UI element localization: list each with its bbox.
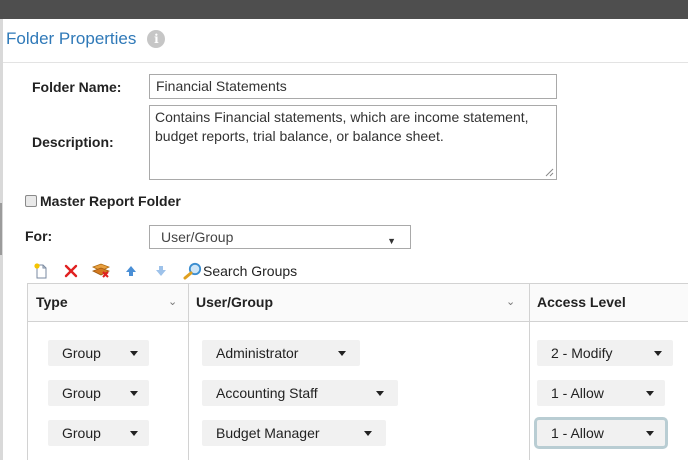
- window-top-bar: [0, 0, 688, 19]
- type-value: Group: [62, 385, 101, 401]
- search-icon: [183, 262, 202, 280]
- dialog-title: Folder Properties i: [6, 29, 166, 49]
- left-edge-mark: [0, 203, 2, 255]
- type-value: Group: [62, 425, 101, 441]
- type-dropdown[interactable]: Group: [48, 420, 149, 446]
- master-report-label: Master Report Folder: [40, 193, 181, 209]
- column-header-type-label: Type: [36, 294, 68, 310]
- search-groups-label: Search Groups: [203, 263, 298, 279]
- column-header-access-level-label: Access Level: [537, 294, 626, 310]
- caret-down-icon: [338, 351, 346, 356]
- folder-name-input[interactable]: Financial Statements: [149, 74, 557, 99]
- user-group-dropdown[interactable]: Accounting Staff: [202, 380, 398, 406]
- for-select-value: User/Group: [161, 229, 234, 245]
- caret-down-icon: [376, 391, 384, 396]
- chevron-down-icon[interactable]: ⌄: [506, 284, 515, 321]
- column-header-access-level[interactable]: Access Level: [529, 284, 688, 322]
- type-dropdown[interactable]: Group: [48, 340, 149, 366]
- access-level-value: 2 - Modify: [551, 345, 613, 361]
- description-label: Description:: [32, 134, 114, 150]
- chevron-down-icon: ▼: [387, 236, 396, 246]
- description-textarea[interactable]: Contains Financial statements, which are…: [149, 105, 557, 180]
- caret-down-icon: [364, 431, 372, 436]
- column-divider: [188, 284, 189, 460]
- user-group-dropdown[interactable]: Budget Manager: [202, 420, 386, 446]
- move-up-icon[interactable]: [121, 261, 141, 281]
- user-group-dropdown[interactable]: Administrator: [202, 340, 360, 366]
- caret-down-icon: [130, 351, 138, 356]
- user-group-value: Budget Manager: [216, 425, 320, 441]
- user-group-value: Administrator: [216, 345, 299, 361]
- access-level-dropdown[interactable]: 1 - Allow: [537, 380, 665, 406]
- folder-name-label: Folder Name:: [32, 79, 122, 95]
- column-header-user-group-label: User/Group: [196, 294, 274, 310]
- type-dropdown[interactable]: Group: [48, 380, 149, 406]
- for-label: For:: [25, 228, 53, 244]
- column-header-type[interactable]: Type ⌄: [28, 284, 188, 322]
- access-level-dropdown[interactable]: 2 - Modify: [537, 340, 673, 366]
- search-groups-button[interactable]: Search Groups: [183, 262, 297, 280]
- column-header-user-group[interactable]: User/Group ⌄: [188, 284, 529, 322]
- description-text: Contains Financial statements, which are…: [155, 109, 529, 144]
- caret-down-icon: [130, 431, 138, 436]
- access-level-value: 1 - Allow: [551, 385, 604, 401]
- column-divider: [529, 284, 530, 460]
- remove-all-icon[interactable]: [91, 261, 111, 281]
- caret-down-icon: [646, 431, 654, 436]
- dialog-title-text: Folder Properties: [6, 29, 137, 48]
- grid-header: Type ⌄ User/Group ⌄ Access Level: [28, 284, 688, 322]
- chevron-down-icon[interactable]: ⌄: [168, 284, 177, 321]
- folder-properties-dialog: Folder Properties i Folder Name: Financi…: [3, 19, 688, 460]
- caret-down-icon: [646, 391, 654, 396]
- new-icon[interactable]: [31, 261, 51, 281]
- caret-down-icon: [130, 391, 138, 396]
- access-grid: Type ⌄ User/Group ⌄ Access Level Group A…: [27, 283, 688, 460]
- master-report-checkbox[interactable]: [25, 195, 37, 207]
- move-down-icon[interactable]: [151, 261, 171, 281]
- resize-grip-icon[interactable]: [545, 168, 554, 177]
- for-select[interactable]: User/Group ▼: [149, 225, 411, 249]
- caret-down-icon: [654, 351, 662, 356]
- delete-icon[interactable]: [61, 261, 81, 281]
- type-value: Group: [62, 345, 101, 361]
- access-level-dropdown[interactable]: 1 - Allow: [534, 417, 668, 449]
- title-divider: [3, 62, 688, 63]
- info-icon[interactable]: i: [147, 30, 166, 48]
- access-level-value: 1 - Allow: [551, 425, 604, 441]
- user-group-value: Accounting Staff: [216, 385, 318, 401]
- grid-toolbar: Search Groups: [31, 261, 297, 281]
